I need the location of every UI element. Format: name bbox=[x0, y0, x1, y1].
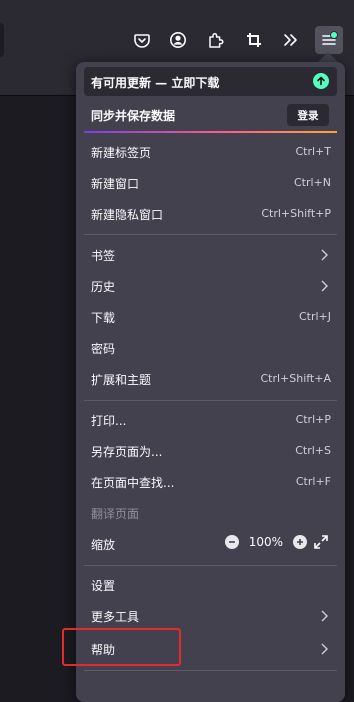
zoom-level[interactable]: 100% bbox=[249, 535, 283, 549]
shortcut-label: Ctrl+S bbox=[295, 444, 331, 457]
download-arrow-icon bbox=[313, 73, 329, 89]
zoom-in-button[interactable] bbox=[293, 535, 307, 549]
screenshot-button[interactable] bbox=[240, 26, 268, 54]
menu-item-addons-themes[interactable]: 扩展和主题 Ctrl+Shift+A bbox=[76, 364, 345, 395]
menu-item-new-private-window[interactable]: 新建隐私窗口 Ctrl+Shift+P bbox=[76, 199, 345, 230]
update-badge bbox=[330, 31, 338, 39]
menu-separator bbox=[84, 234, 337, 235]
update-banner[interactable]: 有可用更新 — 立即下载 bbox=[84, 67, 337, 96]
sync-label: 同步并保存数据 bbox=[91, 109, 176, 123]
fullscreen-icon bbox=[314, 535, 328, 549]
shortcut-label: Ctrl+T bbox=[295, 145, 331, 158]
overflow-button[interactable] bbox=[277, 26, 305, 54]
chevron-right-icon bbox=[321, 643, 328, 655]
menu-item-downloads[interactable]: 下载 Ctrl+J bbox=[76, 302, 345, 333]
chevron-right-icon bbox=[321, 249, 328, 261]
shortcut-label: Ctrl+F bbox=[295, 475, 331, 488]
menu-item-label: 缩放 bbox=[91, 538, 116, 552]
app-menu-button[interactable] bbox=[315, 26, 343, 54]
menu-item-label: 新建标签页 bbox=[91, 146, 152, 160]
menu-item-label: 扩展和主题 bbox=[91, 373, 152, 387]
menu-item-label: 书签 bbox=[91, 249, 116, 263]
menu-item-label: 新建隐私窗口 bbox=[91, 208, 164, 222]
menu-item-label: 设置 bbox=[91, 579, 116, 593]
annotation-highlight-box bbox=[62, 628, 181, 666]
menu-item-label: 另存页面为... bbox=[91, 445, 163, 459]
menu-item-label: 翻译页面 bbox=[91, 507, 140, 521]
menu-item-history[interactable]: 历史 bbox=[76, 271, 345, 302]
chevron-right-icon bbox=[321, 280, 328, 292]
shortcut-label: Ctrl+N bbox=[293, 176, 331, 189]
zoom-controls: 100% bbox=[224, 534, 329, 550]
sync-row: 同步并保存数据 登录 bbox=[84, 100, 337, 128]
menu-item-new-tab[interactable]: 新建标签页 Ctrl+T bbox=[76, 137, 345, 168]
menu-item-passwords[interactable]: 密码 bbox=[76, 333, 345, 364]
shortcut-label: Ctrl+P bbox=[295, 413, 331, 426]
chevron-right-icon bbox=[321, 610, 328, 622]
menu-item-zoom: 缩放 100% bbox=[76, 529, 345, 560]
menu-item-save-page-as[interactable]: 另存页面为... Ctrl+S bbox=[76, 436, 345, 467]
update-banner-label: 有可用更新 — 立即下载 bbox=[91, 76, 220, 90]
pocket-button[interactable] bbox=[128, 26, 156, 54]
plus-icon bbox=[297, 539, 303, 545]
menu-item-label: 密码 bbox=[91, 342, 116, 356]
shortcut-label: Ctrl+J bbox=[298, 310, 331, 323]
menu-separator bbox=[84, 670, 337, 671]
menu-item-settings[interactable]: 设置 bbox=[76, 570, 345, 601]
menu-item-new-window[interactable]: 新建窗口 Ctrl+N bbox=[76, 168, 345, 199]
menu-item-label: 更多工具 bbox=[91, 610, 140, 624]
menu-separator bbox=[84, 565, 337, 566]
extensions-icon bbox=[209, 32, 224, 48]
screenshot-icon bbox=[247, 33, 261, 47]
sync-gradient-divider bbox=[84, 131, 337, 133]
menu-item-label: 下载 bbox=[91, 311, 116, 325]
menu-item-label: 新建窗口 bbox=[91, 177, 140, 191]
extensions-button[interactable] bbox=[202, 26, 230, 54]
minus-icon bbox=[228, 541, 235, 543]
url-bar[interactable] bbox=[0, 23, 4, 57]
menu-item-find-in-page[interactable]: 在页面中查找... Ctrl+F bbox=[76, 467, 345, 498]
menu-item-label: 在页面中查找... bbox=[91, 476, 175, 490]
shortcut-label: Ctrl+Shift+A bbox=[260, 372, 331, 385]
menu-item-translate-page: 翻译页面 bbox=[76, 498, 345, 529]
menu-item-label: 历史 bbox=[91, 280, 116, 294]
account-button[interactable] bbox=[164, 26, 192, 54]
pocket-icon bbox=[134, 34, 150, 48]
menu-item-label: 打印... bbox=[91, 414, 127, 428]
menu-item-bookmarks[interactable]: 书签 bbox=[76, 240, 345, 271]
account-icon bbox=[170, 32, 186, 48]
zoom-out-button[interactable] bbox=[224, 535, 239, 549]
shortcut-label: Ctrl+Shift+P bbox=[261, 207, 331, 220]
menu-separator bbox=[84, 400, 337, 401]
login-button[interactable]: 登录 bbox=[287, 104, 329, 126]
overflow-icon bbox=[284, 34, 297, 46]
menu-item-print[interactable]: 打印... Ctrl+P bbox=[76, 405, 345, 436]
fullscreen-button[interactable] bbox=[313, 534, 329, 550]
